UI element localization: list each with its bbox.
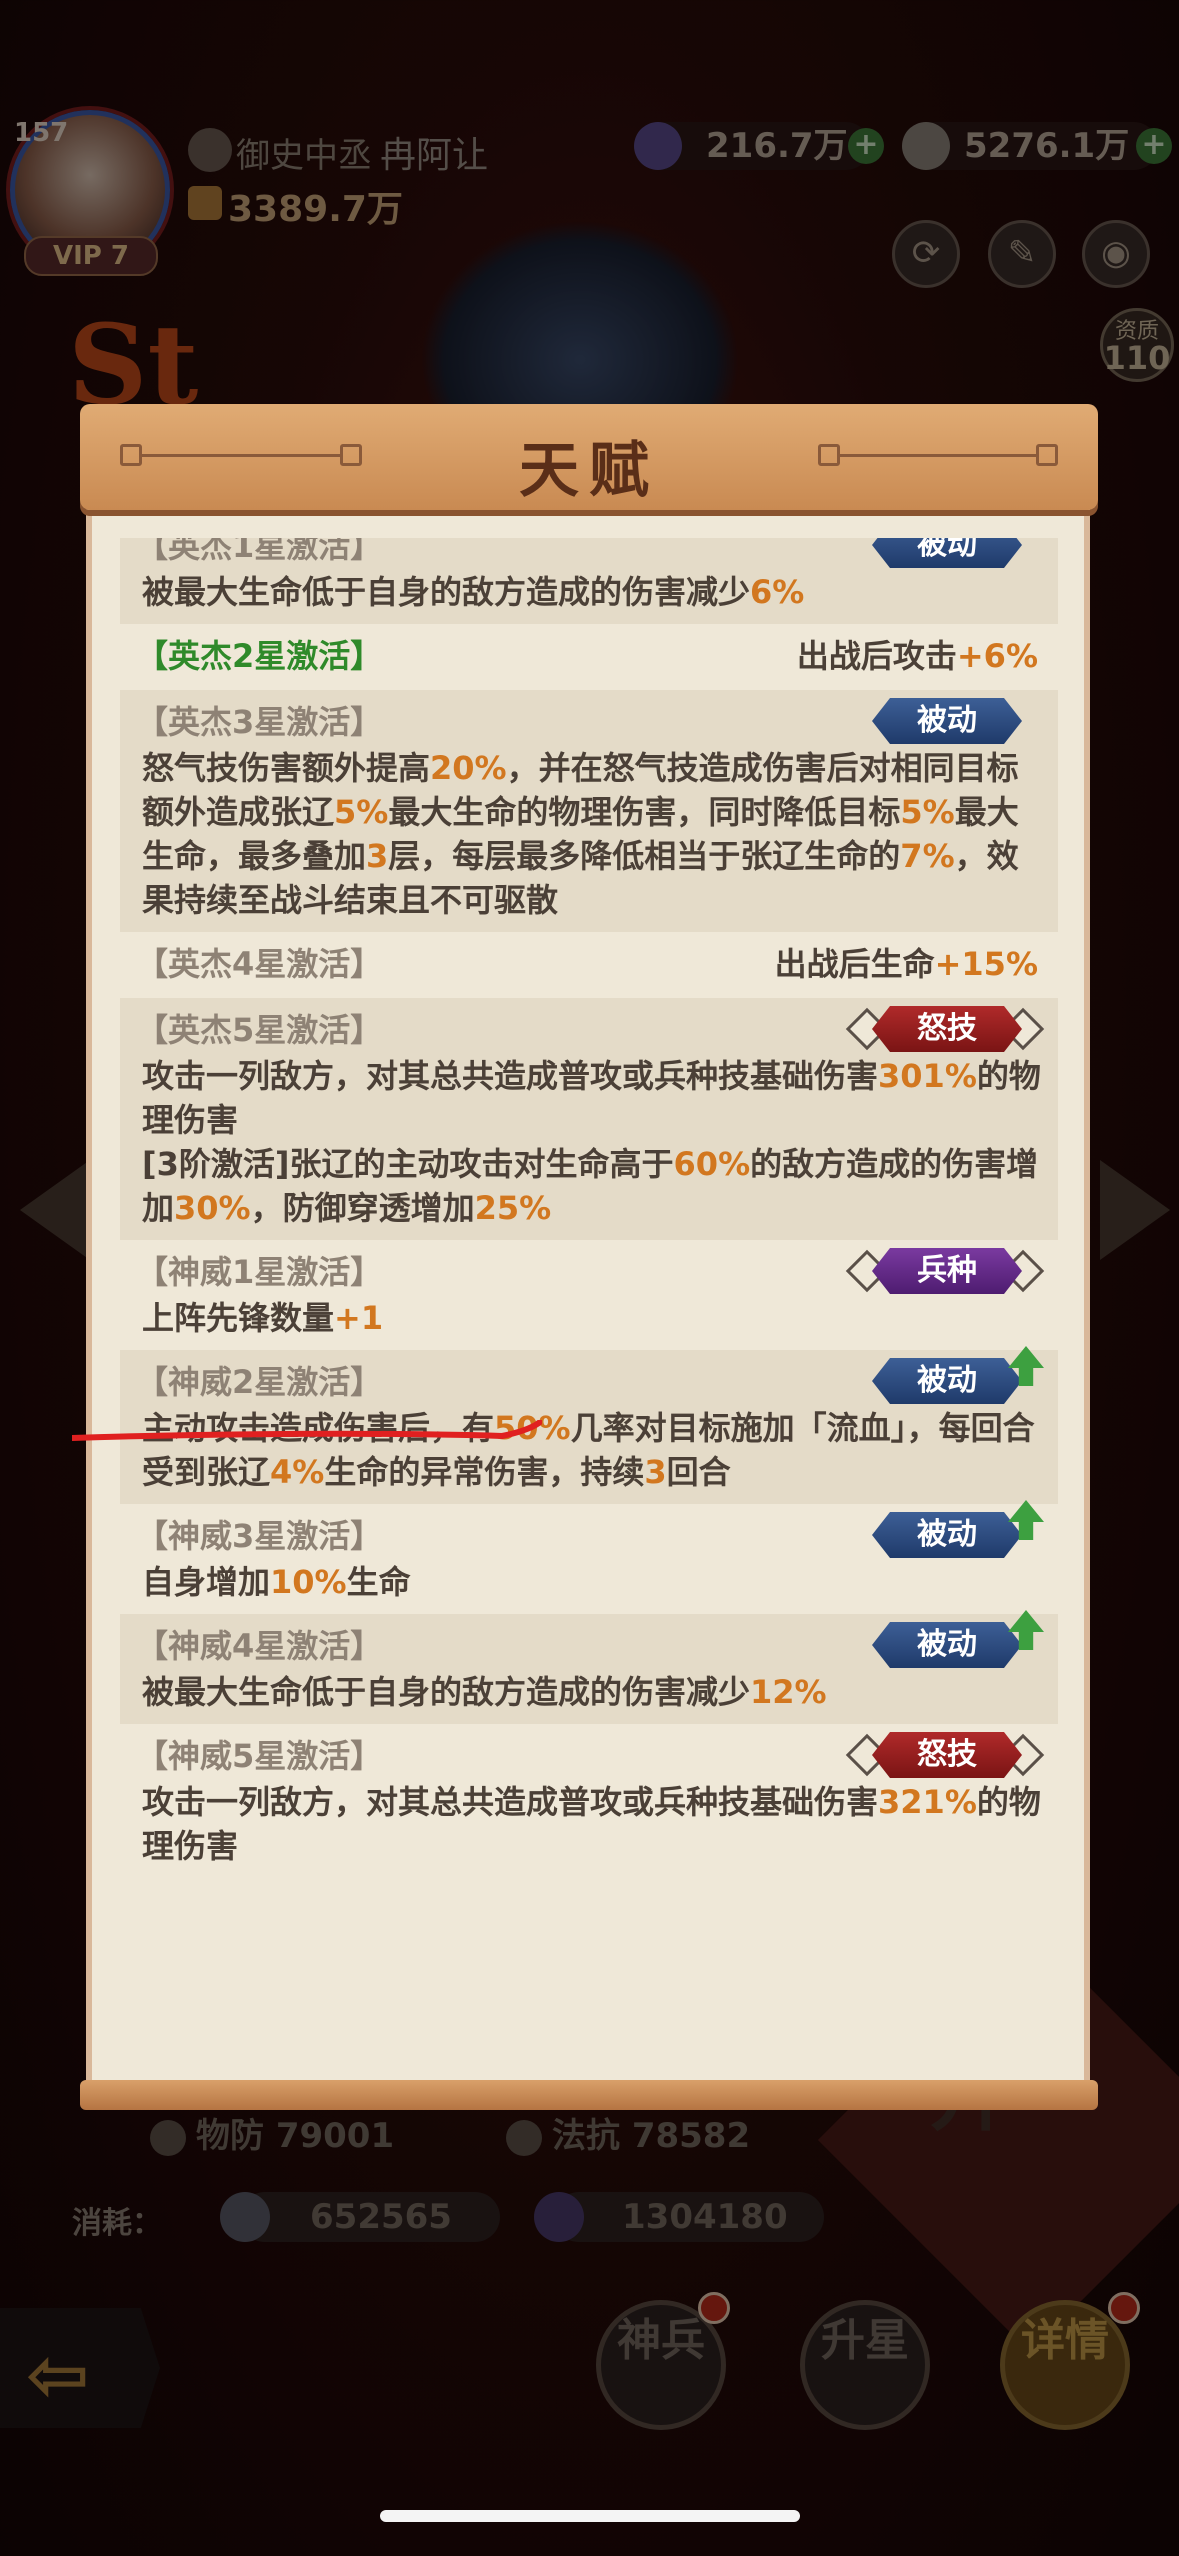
desc-text: 6% [750,573,805,611]
skill-type-tag: 被动 [872,1512,1022,1558]
desc-text: 7% [900,837,955,875]
talent-bonus: 出战后攻击+6% [797,632,1038,680]
skill-type-tag: 怒技 [872,1006,1022,1052]
desc-text: 被最大生命低于自身的敌方造成的伤害减少 [142,573,751,611]
talent-row: 【神威5星激活】 怒技 攻击一列敌方，对其总共造成普攻或兵种技基础伤害321%的物理… [120,1724,1058,1878]
desc-text: [3阶激活]张辽的主动攻击对生命高于 [142,1145,674,1183]
talent-row: 【英杰1星激活】 被动 被最大生命低于自身的敌方造成的伤害减少6% [120,538,1058,624]
talent-list[interactable]: 【英杰1星激活】 被动 被最大生命低于自身的敌方造成的伤害减少6% 【英杰2星激活】出… [120,538,1058,2050]
talent-row: 【英杰4星激活】 出战后生命+15% [120,932,1058,998]
talent-description: 被最大生命低于自身的敌方造成的伤害减少12% [136,1670,1042,1714]
desc-text: 10% [270,1563,347,1601]
desc-text: 怒气技伤害额外提高 [142,749,431,787]
talent-description: 自身增加10%生命 [136,1560,1042,1604]
skill-type-tag: 被动 [872,698,1022,744]
desc-text: 20% [430,749,507,787]
desc-text: +1 [334,1299,384,1337]
desc-text: 攻击一列敌方，对其总共造成普攻或兵种技基础伤害 [142,1057,879,1095]
talent-description: 上阵先锋数量+1 [136,1296,1042,1340]
desc-text: 12% [750,1673,827,1711]
desc-text: 回合 [666,1453,731,1491]
talent-description: 被最大生命低于自身的敌方造成的伤害减少6% [136,570,1042,614]
desc-text: 301% [878,1057,977,1095]
desc-text: 最大生命的物理伤害，同时降低目标 [388,793,901,831]
skill-type-tag: 被动 [872,538,1022,568]
desc-text: 60% [673,1145,751,1183]
desc-text: 上阵先锋数量 [142,1299,335,1337]
desc-text: 层，每层最多降低相当于张辽生命的 [388,837,901,875]
skill-type-tag: 被动 [872,1358,1022,1404]
desc-text: 321% [878,1783,977,1821]
talent-row: 【英杰3星激活】 被动 怒气技伤害额外提高20%，并在怒气技造成伤害后对相同目标额外… [120,690,1058,932]
desc-text: 生命 [346,1563,411,1601]
desc-text: 25% [474,1189,552,1227]
home-indicator[interactable] [380,2510,800,2522]
talent-description: 攻击一列敌方，对其总共造成普攻或兵种技基础伤害321%的物理伤害 [136,1780,1042,1868]
scroll-header: 天赋 [80,404,1098,510]
desc-text: 攻击一列敌方，对其总共造成普攻或兵种技基础伤害 [142,1783,879,1821]
talent-description: 怒气技伤害额外提高20%，并在怒气技造成伤害后对相同目标额外造成张辽5%最大生命… [136,746,1042,922]
talent-bonus: 出战后生命+15% [775,940,1038,988]
talent-description: 攻击一列敌方，对其总共造成普攻或兵种技基础伤害301%的物理伤害 [3阶激活]张辽… [136,1054,1042,1230]
desc-text: 5% [900,793,955,831]
skill-type-tag: 怒技 [872,1732,1022,1778]
bonus-text: 出战后生命 [774,945,935,983]
desc-text: ，防御穿透增加 [250,1189,475,1227]
talent-row: 【神威1星激活】 兵种 上阵先锋数量+1 [120,1240,1058,1350]
desc-text: 3 [366,837,389,875]
desc-text: 自身增加 [142,1563,271,1601]
desc-text: 5% [334,793,389,831]
desc-text: 被最大生命低于自身的敌方造成的伤害减少 [142,1673,751,1711]
skill-type-tag: 被动 [872,1622,1022,1668]
annotation-underline [72,1420,542,1441]
bonus-text: +15% [934,945,1038,983]
modal-title: 天赋 [519,436,659,506]
talent-row: 【英杰5星激活】 怒技 攻击一列敌方，对其总共造成普攻或兵种技基础伤害301%的物理… [120,998,1058,1240]
bonus-text: +6% [956,637,1038,675]
scroll-footer [80,2080,1098,2110]
bonus-text: 出战后攻击 [796,637,957,675]
desc-text: 30% [174,1189,251,1227]
skill-type-tag: 兵种 [872,1248,1022,1294]
desc-text: 3 [644,1453,667,1491]
talent-row: 【英杰2星激活】 出战后攻击+6% [120,624,1058,690]
talent-row: 【神威4星激活】 被动 被最大生命低于自身的敌方造成的伤害减少12% [120,1610,1058,1724]
talent-row: 【神威3星激活】 被动 自身增加10%生命 [120,1500,1058,1614]
